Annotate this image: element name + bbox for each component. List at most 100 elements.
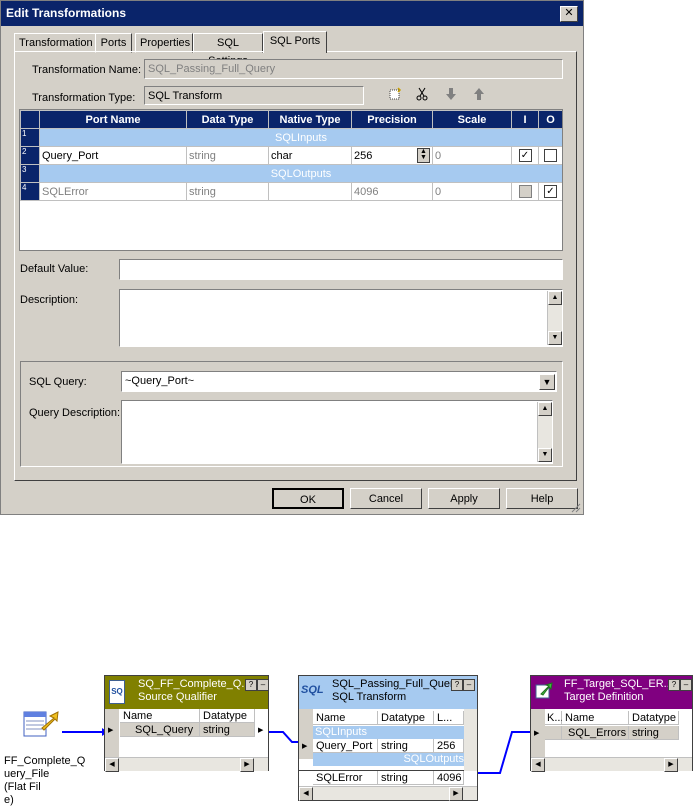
scroll-right-icon[interactable]: ▶ [664,758,678,772]
col-output[interactable]: O [538,110,562,129]
port-query-port-datatype[interactable]: string [378,739,434,753]
cell-output[interactable] [538,146,562,165]
cell-native-type[interactable] [268,182,352,201]
row-number[interactable]: 1 [20,128,40,147]
flat-file-icon[interactable] [22,708,60,743]
sql-query-editor-button[interactable]: ▼ [539,374,555,390]
description-textarea[interactable] [119,289,563,347]
cell-port-name[interactable]: Query_Port [39,146,187,165]
cell-precision[interactable]: 256 ▲ ▼ [351,146,433,165]
horizontal-scrollbar[interactable]: ◀ ▶ [531,757,692,772]
port-sql-errors-datatype[interactable]: string [629,726,679,740]
horizontal-scrollbar[interactable]: ◀ ▶ [299,786,477,801]
row-number[interactable]: 3 [20,164,40,183]
description-scrollbar[interactable]: ▲ ▼ [547,291,562,345]
col-port-name[interactable]: Port Name [39,110,187,129]
tab-sql-ports[interactable]: SQL Ports [263,31,327,53]
dialog-title: Edit Transformations [6,6,127,20]
row-number[interactable]: 4 [20,182,40,201]
help-icon[interactable]: ? [668,679,680,691]
cell-native-type[interactable]: char [268,146,352,165]
port-query-port-name[interactable]: Query_Port [313,739,378,753]
output-checkbox[interactable] [544,149,557,162]
col-input[interactable]: I [511,110,539,129]
scroll-down-icon[interactable]: ▼ [538,448,552,462]
port-sqlerror-length[interactable]: 4096 [434,771,464,785]
sql-transform-header[interactable]: SQL SQL_Passing_Full_Query SQL Transform… [299,676,477,709]
apply-button[interactable]: Apply [428,488,500,509]
col-scale[interactable]: Scale [432,110,512,129]
scroll-down-icon[interactable]: ▼ [548,331,562,345]
port-sql-query-datatype[interactable]: string [200,723,255,737]
default-value-input[interactable] [119,259,563,280]
source-qualifier-icon: SQ [109,680,125,704]
target-definition-header[interactable]: FF_Target_SQL_ER... Target Definition ? … [531,676,692,709]
help-icon[interactable]: ? [245,679,257,691]
close-icon[interactable]: ✕ [560,6,578,22]
cell-precision[interactable]: 4096 [351,182,433,201]
new-port-icon[interactable] [387,87,403,103]
cell-data-type[interactable]: string [186,182,269,201]
scroll-right-icon[interactable]: ▶ [449,787,463,801]
group-label-sqloutputs: SQLOutputs [39,164,562,183]
port-sql-errors-name[interactable]: SQL_Errors [562,726,629,740]
move-up-icon[interactable] [471,87,487,103]
col-native-type[interactable]: Native Type [268,110,352,129]
tab-sql-settings[interactable]: SQL Settings [193,33,263,67]
sql-transform-node-lower[interactable]: SQLError string 4096 ◀ ▶ [298,771,478,801]
group-row-sqloutputs[interactable]: 3 SQLOutputs [20,164,562,183]
minimize-icon[interactable]: – [257,679,269,691]
minimize-icon[interactable]: – [463,679,475,691]
horizontal-scrollbar[interactable]: ◀ ▶ [105,757,268,772]
scroll-left-icon[interactable]: ◀ [105,758,119,772]
source-qualifier-header[interactable]: SQ SQ_FF_Complete_Q... Source Qualifier … [105,676,269,709]
query-description-textarea[interactable] [121,400,553,464]
cell-scale[interactable]: 0 [432,182,512,201]
cell-data-type[interactable]: string [186,146,269,165]
sql-query-input[interactable]: ~Query_Port~ [121,371,557,392]
scroll-up-icon[interactable]: ▲ [538,402,552,416]
table-row-query-port[interactable]: 2 Query_Port string char 256 ▲ ▼ 0 ✓ [20,146,562,165]
sql-transform-node[interactable]: SQL SQL_Passing_Full_Query SQL Transform… [298,675,478,771]
move-down-icon[interactable] [443,87,459,103]
cell-input [511,182,539,201]
scroll-up-icon[interactable]: ▲ [548,291,562,305]
port-sqlerror-name[interactable]: SQLError [313,771,378,785]
resize-grip-icon[interactable] [571,503,581,513]
scroll-left-icon[interactable]: ◀ [531,758,545,772]
minimize-icon[interactable]: – [680,679,692,691]
tab-properties[interactable]: Properties [135,33,193,53]
cell-port-name[interactable]: SQLError [39,182,187,201]
vertical-scrollbar[interactable] [464,709,477,771]
col-data-type[interactable]: Data Type [186,110,269,129]
row-selector-column [105,709,119,759]
scroll-left-icon[interactable]: ◀ [299,787,313,801]
output-checkbox[interactable]: ✓ [544,185,557,198]
dialog-titlebar[interactable]: Edit Transformations ✕ [1,1,583,26]
help-button[interactable]: Help [506,488,578,509]
group-row-sqlinputs[interactable]: 1 SQLInputs [20,128,562,147]
col-precision[interactable]: Precision [351,110,433,129]
precision-spinner[interactable]: ▲ ▼ [417,148,430,163]
scroll-right-icon[interactable]: ▶ [240,758,254,772]
query-description-scrollbar[interactable]: ▲ ▼ [537,402,552,462]
target-definition-node[interactable]: FF_Target_SQL_ER... Target Definition ? … [530,675,693,772]
ok-button[interactable]: OK [272,488,344,509]
tab-ports[interactable]: Ports [95,33,132,53]
tab-transformation[interactable]: Transformation [14,33,97,53]
cell-scale[interactable]: 0 [432,146,512,165]
input-checkbox[interactable]: ✓ [518,149,532,162]
port-query-port-length[interactable]: 256 [434,739,464,753]
input-port-icon: ▶ [534,730,540,737]
help-icon[interactable]: ? [451,679,463,691]
cut-icon[interactable] [414,87,430,103]
port-sqlerror-datatype[interactable]: string [378,771,434,785]
port-sql-query-name[interactable]: SQL_Query [120,723,200,737]
cell-input[interactable]: ✓ [511,146,539,165]
port-key-cell[interactable] [545,726,562,740]
cancel-button[interactable]: Cancel [350,488,422,509]
source-qualifier-node[interactable]: SQ SQ_FF_Complete_Q... Source Qualifier … [104,675,269,772]
cell-output[interactable]: ✓ [538,182,562,201]
row-number[interactable]: 2 [20,146,40,165]
table-row-sqlerror[interactable]: 4 SQLError string 4096 0 ✓ [20,182,562,201]
